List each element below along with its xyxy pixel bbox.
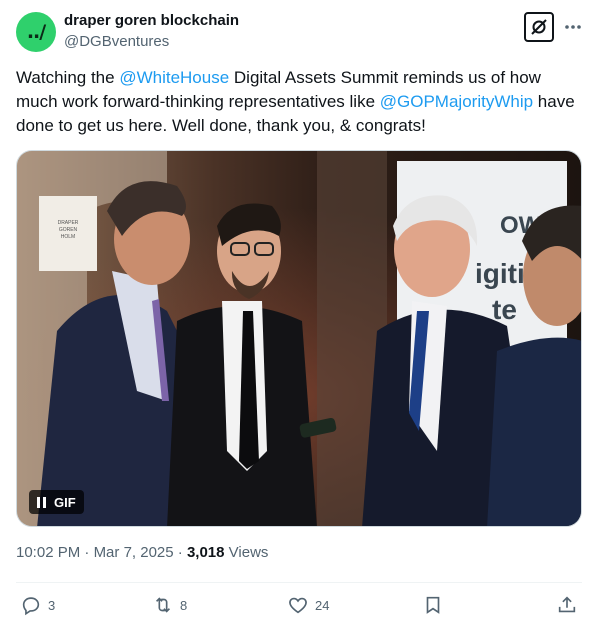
repost-button[interactable]: 8	[152, 594, 187, 616]
svg-text:te: te	[492, 294, 517, 325]
mention-link-gopmajoritywhip[interactable]: @GOPMajorityWhip	[380, 92, 533, 111]
pause-icon	[37, 496, 46, 508]
gif-label: GIF	[54, 494, 76, 510]
gif-badge[interactable]: GIF	[29, 490, 84, 514]
views-count[interactable]: 3,018	[187, 544, 225, 561]
mention-link-whitehouse[interactable]: @WhiteHouse	[119, 68, 229, 87]
author-name[interactable]: draper goren blockchain	[64, 12, 239, 29]
like-count: 24	[315, 597, 330, 613]
author-handle[interactable]: @DGBventures	[64, 33, 169, 50]
bookmark-icon	[426, 596, 440, 614]
divider	[16, 582, 582, 583]
grok-icon	[531, 19, 547, 35]
svg-text:HOLM: HOLM	[61, 234, 75, 240]
tweet: ../ draper goren blockchain @DGBventures…	[0, 0, 598, 629]
tweet-meta: 10:02 PM · Mar 7, 2025 · 3,018 Views	[16, 544, 268, 561]
tweet-text: Watching the @WhiteHouse Digital Assets …	[16, 66, 582, 138]
repost-count: 8	[180, 597, 188, 613]
like-button[interactable]: 24	[287, 594, 329, 616]
heart-icon	[289, 597, 307, 614]
post-time[interactable]: 10:02 PM	[16, 544, 80, 561]
share-button[interactable]	[556, 594, 578, 616]
meta-separator: ·	[173, 544, 187, 561]
avatar-logo-text: ../	[26, 21, 46, 43]
more-options-icon	[565, 25, 581, 29]
media-gif[interactable]: DRAPER GOREN HOLM OWN igitiz te GIF	[16, 150, 582, 527]
svg-text:GOREN: GOREN	[59, 227, 78, 233]
tweet-text-part: Watching the	[16, 68, 120, 87]
repost-icon	[155, 597, 171, 613]
bookmark-button[interactable]	[422, 594, 444, 616]
reply-icon	[22, 597, 40, 616]
views-label: Views	[224, 544, 269, 561]
svg-text:DRAPER: DRAPER	[58, 220, 79, 226]
avatar[interactable]: ../	[16, 12, 56, 52]
meta-separator: ·	[80, 544, 94, 561]
gif-photo: DRAPER GOREN HOLM OWN igitiz te	[17, 151, 581, 526]
grok-button[interactable]	[524, 12, 554, 42]
reply-count: 3	[48, 597, 56, 613]
reply-button[interactable]: 3	[20, 594, 55, 616]
more-options-button[interactable]	[560, 14, 586, 40]
post-date[interactable]: Mar 7, 2025	[94, 544, 174, 561]
share-icon	[558, 596, 576, 613]
